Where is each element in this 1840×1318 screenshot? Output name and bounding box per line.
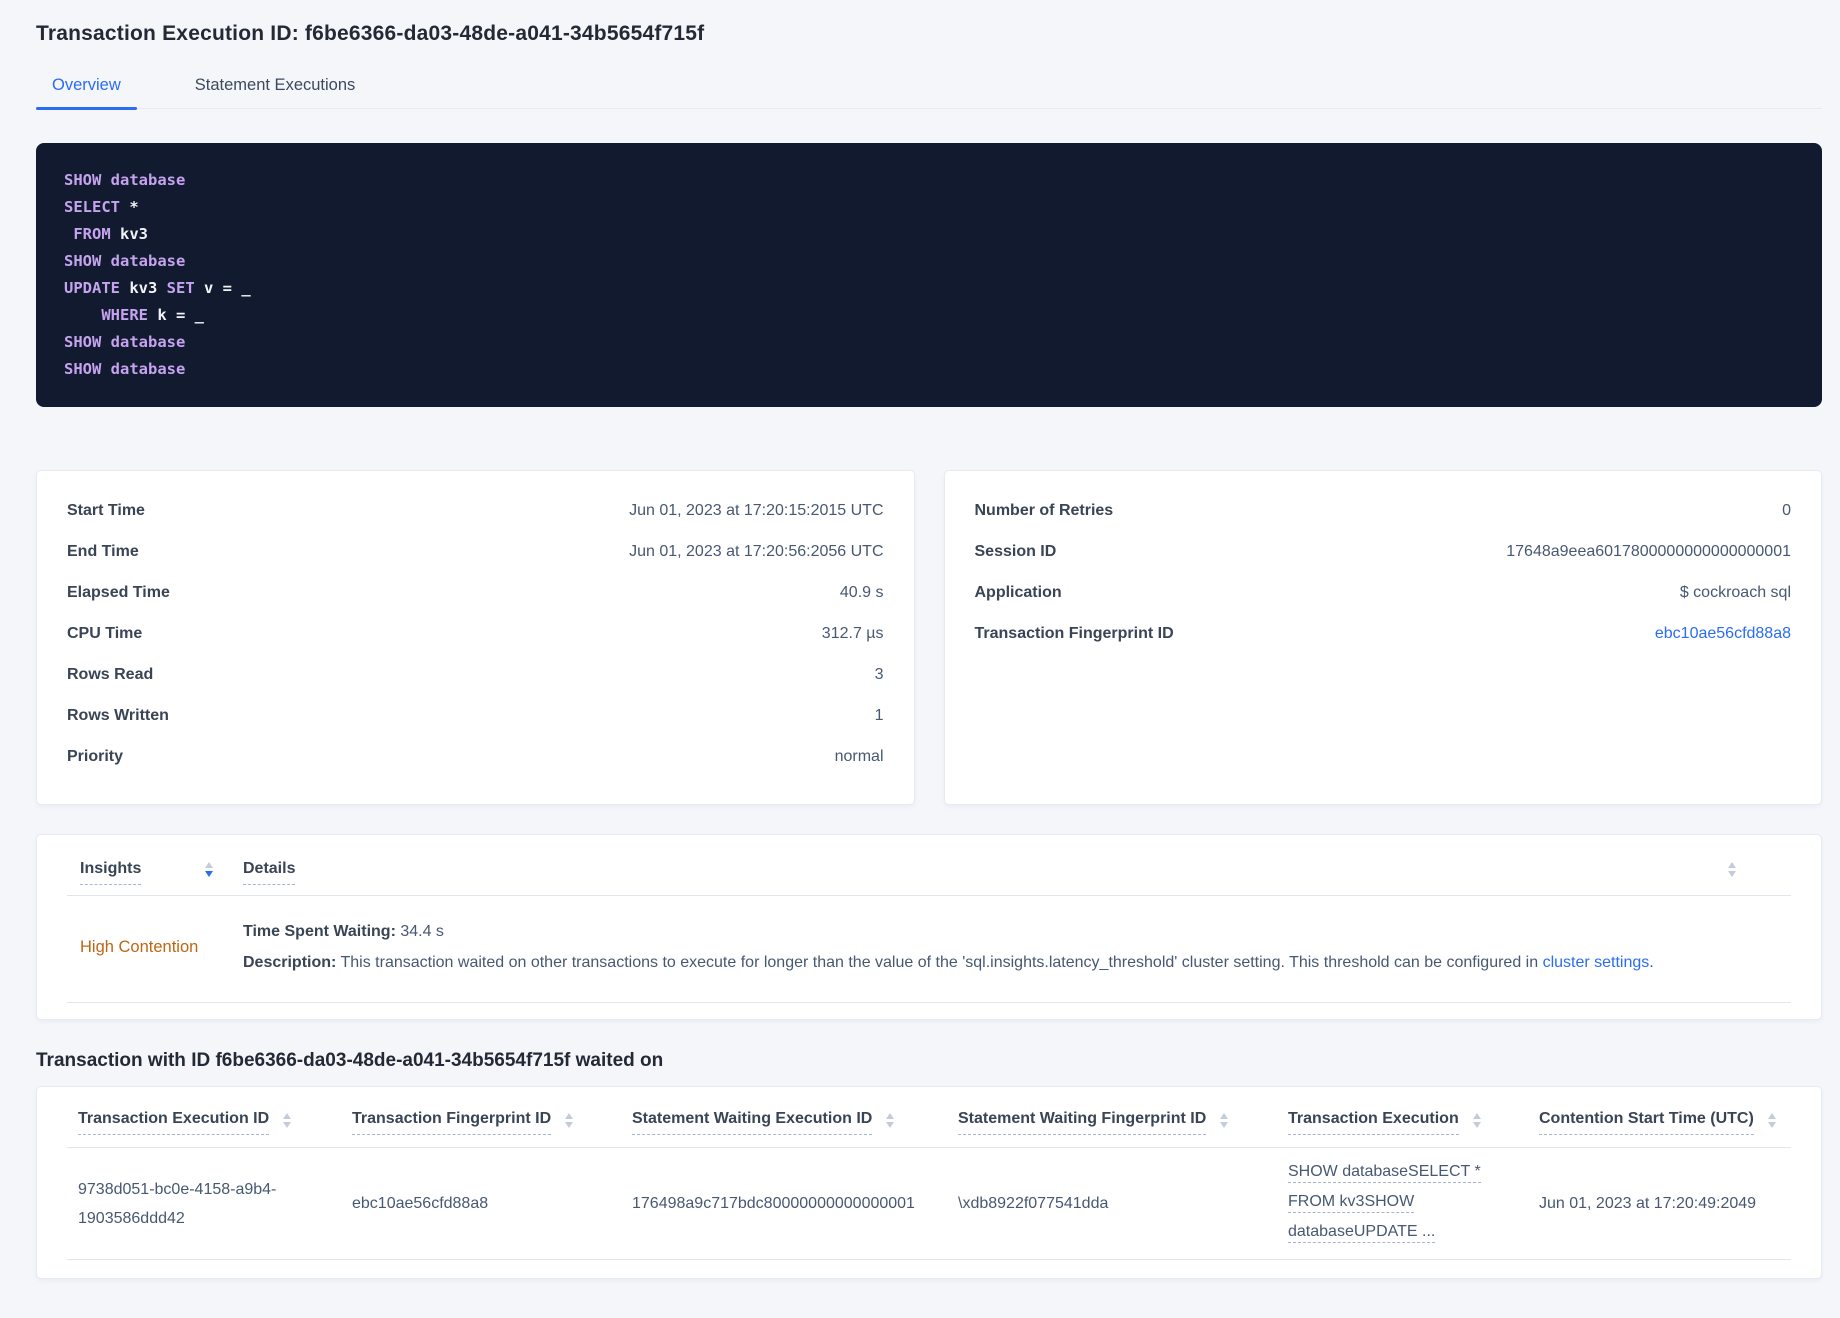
transaction-fingerprint-link[interactable]: ebc10ae56cfd88a8 [1655,625,1791,643]
summary-row-label: Rows Read [67,666,154,683]
waited-on-table-body: 9738d051-bc0e-4158-a9b4-1903586ddd42 ebc1… [67,1148,1791,1260]
summary-row: Priority normal [67,748,884,789]
execution-summary-card: Start Time Jun 01, 2023 at 17:20:15:2015 … [36,470,915,805]
summary-row-value: 40.9 s [839,584,884,601]
summary-row: Application $ cockroach sql [975,584,1792,625]
waited-on-heading: Transaction with ID f6be6366-da03-48de-a… [36,1050,664,1071]
table-row: 9738d051-bc0e-4158-a9b4-1903586ddd42 ebc1… [67,1148,1791,1260]
cell-transaction-execution: SHOW databaseSELECT * FROM kv3SHOW databas… [1277,1159,1528,1249]
column-header-label: Transaction Execution [1288,1109,1459,1135]
transaction-execution-page: Transaction Execution ID: f6be6366-da03-… [0,0,1840,1279]
transaction-execution-link[interactable]: FROM kv3SHOW [1288,1189,1508,1214]
sql-statements-box: SHOW database SELECT * FROM kv3 SHOW datab… [36,143,1822,407]
column-header-transaction-execution-id[interactable]: Transaction Execution ID [67,1109,341,1135]
summary-row-label: CPU Time [67,625,143,642]
summary-row-value: 0 [1782,502,1791,519]
sql-statement-line: SELECT * [64,198,139,216]
column-header-transaction-fingerprint-id[interactable]: Transaction Fingerprint ID [341,1109,621,1135]
insights-table-card: Insights Details High Contention Time Sp… [36,834,1822,1020]
cell-statement-waiting-execution-id: 176498a9c717bdc80000000000000001 [632,1195,915,1212]
cluster-settings-link[interactable]: cluster settings [1543,954,1650,971]
summary-row-label: Session ID [974,543,1057,560]
sort-icon [283,1113,292,1128]
sort-icon [1472,1113,1481,1128]
summary-row-value: Jun 01, 2023 at 17:20:15:2015 UTC [629,502,884,519]
page-title: Transaction Execution ID: f6be6366-da03-… [36,22,705,45]
cell-statement-waiting-fingerprint-id: \xdb8922f077541dda [958,1195,1109,1212]
summary-row: CPU Time 312.7 µs [67,625,884,666]
summary-row-label: Number of Retries [974,502,1114,519]
summary-row-value: 17648a9eea6017800000000000000001 [1506,543,1791,560]
sql-statement-line: UPDATE kv3 SET v = _ [64,279,251,297]
summary-row-label: Rows Written [67,707,169,724]
tab-overview[interactable]: Overview [36,68,137,110]
summary-row-value: 312.7 µs [821,625,884,642]
summary-row: Transaction Fingerprint ID ebc10ae56cfd88… [975,625,1792,666]
insight-description: Description: This transaction waited on … [243,954,1654,971]
summary-row-label: Start Time [67,502,145,519]
column-header-label: Transaction Execution ID [78,1109,270,1135]
summary-row: Session ID 17648a9eea60178000000000000000… [975,543,1792,584]
summary-row-label: Application [974,584,1062,601]
sort-icon [886,1113,895,1128]
insight-row: High Contention Time Spent Waiting: 34.4… [67,896,1791,1003]
sort-icon [1767,1113,1776,1128]
column-header-label: Statement Waiting Fingerprint ID [958,1109,1207,1135]
sql-statement-line: SHOW database [64,360,186,378]
sort-icon [205,862,213,877]
summary-row-label: Transaction Fingerprint ID [974,625,1174,642]
cell-transaction-fingerprint-id: ebc10ae56cfd88a8 [352,1195,489,1212]
column-header-contention-start-time-utc[interactable]: Contention Start Time (UTC) [1528,1109,1791,1135]
summary-row-label: End Time [67,543,139,560]
sql-statement-line: FROM kv3 [73,225,148,243]
sort-icon [565,1113,574,1128]
sql-statement-line: SHOW database [64,252,186,270]
summary-row-value: Jun 01, 2023 at 17:20:56:2056 UTC [629,543,884,560]
session-summary-card: Number of Retries 0 Session ID 17648a9eea60… [943,470,1822,805]
sql-statement-line: WHERE k = _ [101,306,204,324]
cell-transaction-execution-id: 9738d051-bc0e-4158-a9b4-1903586ddd42 [78,1180,277,1227]
summary-cards-row: Start Time Jun 01, 2023 at 17:20:15:2015 … [36,470,1822,805]
summary-row-value: $ cockroach sql [1679,584,1791,601]
insights-table-header: Insights Details [67,859,1791,896]
details-column-header[interactable]: Details [243,859,296,885]
summary-row: Number of Retries 0 [975,502,1792,543]
summary-row: Rows Written 1 [67,707,884,748]
transaction-execution-link[interactable]: SHOW databaseSELECT * [1288,1159,1508,1184]
tab-statement-executions[interactable]: Statement Executions [179,68,372,108]
waited-on-table-card: Transaction Execution ID Transaction Fing… [36,1086,1822,1279]
summary-row-label: Priority [67,748,124,765]
waited-on-table-header: Transaction Execution ID Transaction Fing… [67,1109,1791,1148]
summary-row: End Time Jun 01, 2023 at 17:20:56:2056 UT… [67,543,884,584]
column-header-label: Contention Start Time (UTC) [1539,1109,1754,1135]
summary-row: Elapsed Time 40.9 s [67,584,884,625]
sql-statement-line: SHOW database [64,171,186,189]
column-header-label: Transaction Fingerprint ID [352,1109,552,1135]
summary-row: Start Time Jun 01, 2023 at 17:20:15:2015 … [67,502,884,543]
time-spent-waiting: Time Spent Waiting: 34.4 s [243,923,444,940]
summary-row: Rows Read 3 [67,666,884,707]
summary-row-value: 3 [874,666,884,683]
tab-statement-executions-label: Statement Executions [194,76,356,94]
sql-statement-line: SHOW database [64,333,186,351]
summary-row-value: 1 [874,707,884,724]
sort-icon [1220,1113,1229,1128]
column-header-transaction-execution[interactable]: Transaction Execution [1277,1109,1528,1135]
column-header-statement-waiting-execution-id[interactable]: Statement Waiting Execution ID [621,1109,947,1135]
transaction-execution-link[interactable]: databaseUPDATE ... [1288,1219,1508,1244]
column-header-statement-waiting-fingerprint-id[interactable]: Statement Waiting Fingerprint ID [947,1109,1277,1135]
sort-icon[interactable] [1728,862,1736,877]
column-header-label: Statement Waiting Execution ID [632,1109,873,1135]
tab-overview-label: Overview [52,76,121,94]
summary-row-label: Elapsed Time [67,584,170,601]
insights-column-header[interactable]: Insights [80,859,142,885]
cell-contention-start-time: Jun 01, 2023 at 17:20:49:2049 [1539,1195,1757,1212]
insight-type-label: High Contention [80,937,199,956]
summary-row-value: normal [834,748,884,765]
tab-bar: Overview Statement Executions [36,68,1822,110]
